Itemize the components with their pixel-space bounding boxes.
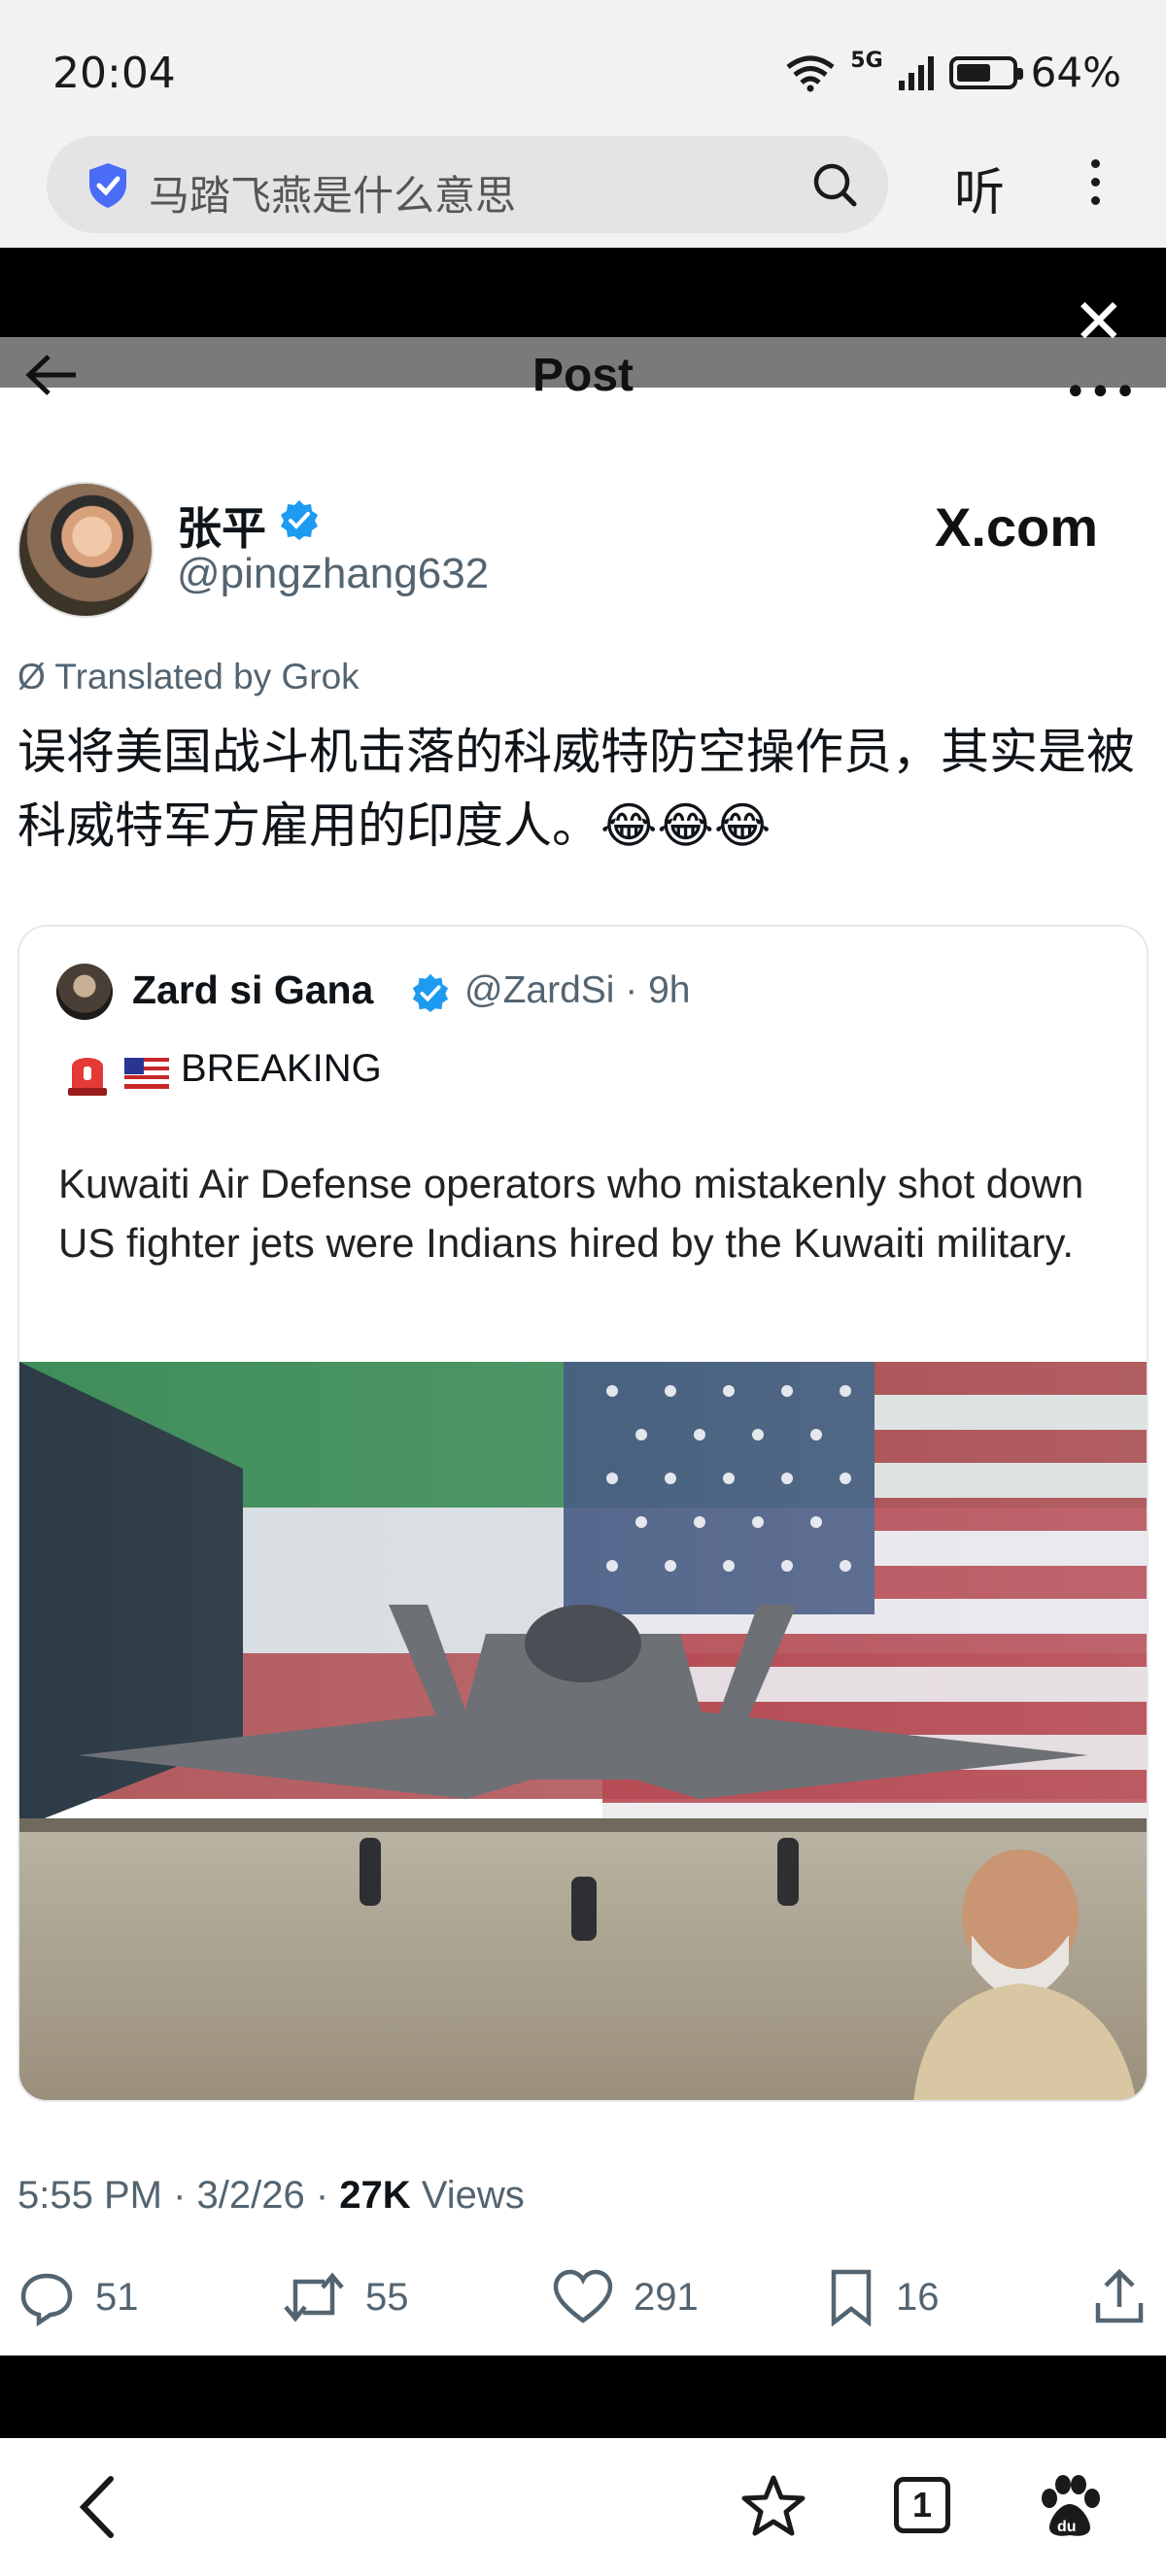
bottom-navigation: 1 du: [0, 2438, 1166, 2576]
more-menu-button[interactable]: [1080, 155, 1110, 214]
signal-icon: [898, 55, 934, 90]
quote-author-name[interactable]: Zard si Gana: [132, 967, 373, 1013]
close-button[interactable]: ✕: [1073, 291, 1125, 354]
battery-level: [956, 63, 991, 82]
bottom-overlay-band: [0, 2356, 1166, 2438]
shield-icon: [89, 163, 126, 208]
battery-percent: 64%: [1030, 49, 1121, 96]
tweet-text: 误将美国战斗机击落的科威特防空操作员，其实是被科威特军方雇用的印度人。😂😂😂: [17, 724, 1135, 854]
translate-icon: Ø: [17, 657, 55, 696]
back-icon[interactable]: [70, 2473, 128, 2541]
star-icon[interactable]: [740, 2473, 806, 2539]
bookmark-count: 16: [896, 2275, 940, 2319]
bookmark-button[interactable]: 16: [826, 2268, 940, 2326]
reply-button[interactable]: 51: [17, 2268, 139, 2326]
post-header: Post •••: [0, 337, 1166, 415]
reply-icon: [20, 2273, 73, 2326]
repost-count: 55: [365, 2275, 409, 2319]
page-title: Post: [532, 350, 634, 401]
status-icons: 5G 64%: [784, 49, 1121, 96]
listen-button[interactable]: 听: [954, 152, 1005, 224]
author-name[interactable]: 张平: [177, 493, 266, 558]
siren-icon: [68, 1058, 107, 1096]
tabs-button[interactable]: 1: [894, 2477, 950, 2533]
repost-icon: [284, 2272, 344, 2322]
repost-button[interactable]: 55: [282, 2268, 409, 2326]
share-icon: [1095, 2268, 1144, 2323]
us-flag-icon: [124, 1058, 169, 1089]
post-timestamp: 5:55 PM · 3/2/26 · 27K Views: [17, 2174, 525, 2217]
quoted-tweet-card[interactable]: Zard si Gana @ZardSi · 9h BREAKING Kuwai…: [17, 925, 1149, 2102]
share-button[interactable]: [1092, 2268, 1147, 2326]
quote-avatar[interactable]: [56, 964, 113, 1020]
action-bar: 51 55 291 16: [0, 2268, 1166, 2346]
x-logo: X.com: [935, 496, 1099, 558]
views-count: 27K: [339, 2174, 411, 2217]
network-type: 5G: [850, 49, 883, 73]
reply-count: 51: [95, 2275, 139, 2319]
more-options-icon[interactable]: •••: [1064, 370, 1139, 415]
status-time: 20:04: [52, 49, 176, 98]
verified-icon: [281, 500, 318, 540]
overlay-band: [0, 248, 1166, 337]
quote-handle-time: @ZardSi · 9h: [464, 969, 691, 1011]
baidu-icon[interactable]: du: [1038, 2473, 1102, 2541]
verified-icon: [412, 973, 449, 1013]
quote-text: Kuwaiti Air Defense operators who mistak…: [58, 1161, 1084, 1266]
svg-text:du: du: [1057, 2519, 1077, 2535]
like-button[interactable]: 291: [552, 2268, 699, 2326]
search-bar[interactable]: 马踏飞燕是什么意思: [47, 136, 888, 233]
bookmark-icon: [831, 2269, 872, 2326]
translated-label[interactable]: Ø Translated by Grok: [17, 657, 360, 697]
breaking-label: BREAKING: [181, 1047, 382, 1090]
browser-header: 马踏飞燕是什么意思 听: [0, 117, 1166, 248]
avatar[interactable]: [17, 482, 154, 618]
status-bar: 20:04 5G 64%: [0, 0, 1166, 136]
search-icon[interactable]: [810, 160, 859, 209]
wifi-icon: [786, 55, 835, 91]
heart-icon: [553, 2269, 613, 2323]
like-count: 291: [634, 2275, 699, 2319]
battery-icon: [948, 55, 1023, 89]
search-input[interactable]: 马踏飞燕是什么意思: [149, 163, 516, 222]
author-handle[interactable]: @pingzhang632: [177, 550, 489, 598]
fighter-jet-image[interactable]: [19, 1362, 1149, 2102]
